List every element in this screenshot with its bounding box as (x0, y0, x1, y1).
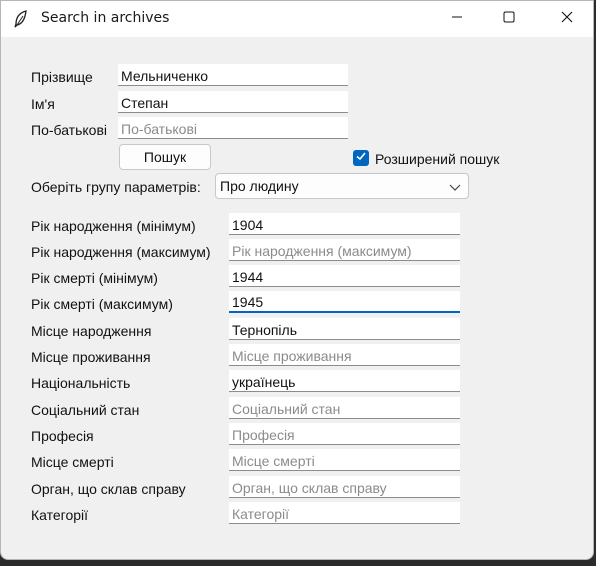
title-bar[interactable]: Search in archives (1, 1, 593, 37)
first-name-field[interactable] (118, 91, 348, 113)
first-name-label: Ім'я (31, 96, 55, 112)
patronymic-label: По-батькові (31, 122, 108, 138)
minimize-button[interactable] (433, 1, 481, 37)
param-label: Рік народження (мінімум) (31, 218, 196, 234)
feather-icon (13, 10, 29, 28)
surname-label: Прізвище (31, 69, 93, 85)
param-label: Місце смерті (31, 454, 114, 470)
nationality-field[interactable] (229, 370, 460, 392)
maximize-icon (503, 10, 515, 28)
param-label: Місце народження (31, 323, 152, 339)
birth-year-max-field[interactable] (229, 239, 460, 261)
param-group-value: Про людину (220, 178, 299, 194)
residence-field[interactable] (229, 344, 460, 366)
param-label: Національність (31, 375, 131, 391)
param-group-label: Оберіть групу параметрів: (31, 179, 201, 195)
profession-field[interactable] (229, 423, 460, 445)
param-label: Професія (31, 428, 94, 444)
case-authority-field[interactable] (229, 476, 460, 498)
death-place-field[interactable] (229, 449, 460, 471)
search-window: Search in archives Прізвище Ім'я По-бать… (0, 0, 594, 560)
minimize-icon (451, 10, 463, 28)
advanced-search-label: Розширений пошук (375, 151, 500, 167)
death-year-max-field[interactable] (229, 291, 460, 313)
chevron-down-icon (448, 180, 462, 194)
checkmark-icon (355, 149, 367, 167)
param-label: Рік смерті (мінімум) (31, 270, 158, 286)
search-button[interactable]: Пошук (119, 144, 211, 170)
window-title: Search in archives (41, 10, 170, 26)
birth-year-min-field[interactable] (229, 213, 460, 235)
param-label: Рік народження (максимум) (31, 244, 211, 260)
close-button[interactable] (543, 1, 591, 37)
close-icon (561, 10, 573, 28)
param-label: Соціальний стан (31, 402, 140, 418)
social-status-field[interactable] (229, 397, 460, 419)
param-label: Категорії (31, 507, 89, 523)
death-year-min-field[interactable] (229, 265, 460, 287)
maximize-button[interactable] (485, 1, 533, 37)
param-group-select[interactable]: Про людину (215, 173, 469, 199)
advanced-search-checkbox[interactable] (353, 150, 369, 166)
param-label: Місце проживання (31, 349, 151, 365)
param-label: Рік смерті (максимум) (31, 296, 173, 312)
categories-field[interactable] (229, 502, 460, 524)
surname-field[interactable] (118, 64, 348, 86)
patronymic-field[interactable] (118, 117, 348, 139)
birthplace-field[interactable] (229, 318, 460, 340)
param-label: Орган, що склав справу (31, 481, 186, 497)
